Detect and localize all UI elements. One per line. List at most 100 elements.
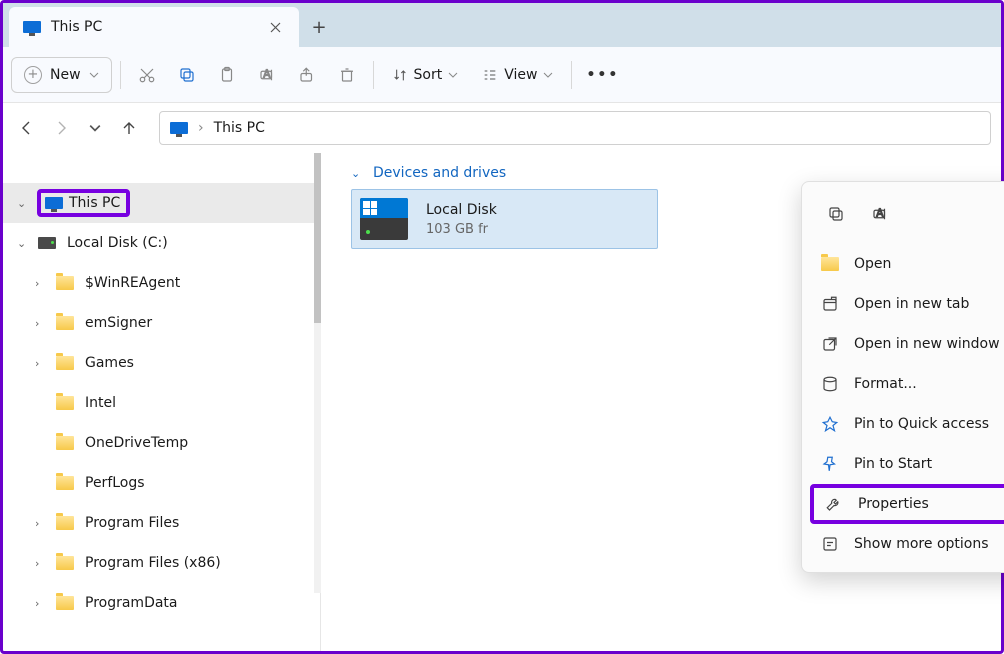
ctx-label: Pin to Quick access <box>854 416 989 432</box>
sidebar-folder[interactable]: › Program Files (x86) <box>3 543 320 583</box>
chevron-right-icon[interactable]: › <box>35 597 51 610</box>
ctx-open-new-tab[interactable]: Open in new tab <box>810 284 1004 324</box>
ctx-rename-button[interactable]: A <box>862 196 898 232</box>
up-button[interactable] <box>115 114 143 142</box>
pc-icon <box>45 197 63 209</box>
pin-icon <box>820 454 840 474</box>
scrollbar-thumb[interactable] <box>314 153 321 323</box>
toolbar: + New A Sort View ••• <box>3 47 1001 103</box>
sort-label: Sort <box>414 67 443 83</box>
sidebar-item-local-disk[interactable]: ⌄ Local Disk (C:) <box>3 223 320 263</box>
ctx-format[interactable]: Format... <box>810 364 1004 404</box>
sidebar-folder[interactable]: PerfLogs <box>3 463 320 503</box>
recent-button[interactable] <box>81 114 109 142</box>
chevron-right-icon[interactable]: › <box>35 277 51 290</box>
back-button[interactable] <box>13 114 41 142</box>
active-tab[interactable]: This PC <box>9 7 299 47</box>
folder-label: ProgramData <box>85 595 178 611</box>
sidebar-root-label: This PC <box>69 195 120 211</box>
pin-icon <box>820 414 840 434</box>
folder-icon <box>56 436 74 450</box>
pc-icon <box>23 21 41 33</box>
ctx-label: Properties <box>858 496 929 512</box>
close-tab-icon[interactable] <box>265 17 285 37</box>
folder-label: $WinREAgent <box>85 275 180 291</box>
folder-icon <box>820 254 840 274</box>
ctx-label: Open in new tab <box>854 296 969 312</box>
sidebar: ⌄ This PC ⌄ Local Disk (C:) › $WinREAgent… <box>3 153 321 651</box>
rename-button[interactable]: A <box>249 57 285 93</box>
folder-icon <box>56 556 74 570</box>
ctx-open-new-window[interactable]: Open in new window <box>810 324 1004 364</box>
format-icon <box>820 374 840 394</box>
folder-icon <box>56 516 74 530</box>
titlebar: This PC + <box>3 3 1001 47</box>
wrench-icon <box>824 494 844 514</box>
folder-label: OneDriveTemp <box>85 435 188 451</box>
paste-button[interactable] <box>209 57 245 93</box>
share-button[interactable] <box>289 57 325 93</box>
new-label: New <box>50 67 81 83</box>
sidebar-folder[interactable]: ›emSigner <box>3 303 320 343</box>
chevron-right-icon[interactable]: › <box>35 557 51 570</box>
view-button[interactable]: View <box>472 57 563 93</box>
sidebar-folder[interactable]: OneDriveTemp <box>3 423 320 463</box>
chevron-down-icon: ⌄ <box>351 167 367 180</box>
pc-icon <box>170 122 188 134</box>
copy-button[interactable] <box>169 57 205 93</box>
folder-icon <box>56 276 74 290</box>
folder-icon <box>56 396 74 410</box>
section-devices-drives[interactable]: ⌄ Devices and drives <box>351 165 981 181</box>
ctx-open[interactable]: Open Enter <box>810 244 1004 284</box>
chevron-down-icon[interactable]: ⌄ <box>17 237 33 250</box>
sidebar-folder[interactable]: › Program Files <box>3 503 320 543</box>
new-tab-button[interactable]: + <box>299 7 339 47</box>
sidebar-folder[interactable]: › ProgramData <box>3 583 320 623</box>
nav-row: › This PC <box>3 103 1001 153</box>
chevron-down-icon <box>543 70 553 80</box>
forward-button[interactable] <box>47 114 75 142</box>
content-pane: ⌄ Devices and drives Local Disk 103 GB f… <box>321 153 1001 651</box>
drive-name: Local Disk <box>426 202 497 218</box>
breadcrumb-root[interactable]: This PC <box>214 120 265 136</box>
address-bar[interactable]: › This PC <box>159 111 991 145</box>
more-icon <box>820 534 840 554</box>
new-button[interactable]: + New <box>11 57 112 93</box>
disk-icon <box>38 237 56 249</box>
drive-free: 103 GB fr <box>426 222 497 237</box>
sidebar-folder[interactable]: › $WinREAgent <box>3 263 320 303</box>
sidebar-folder[interactable]: › Games <box>3 343 320 383</box>
divider <box>120 61 121 89</box>
ctx-properties[interactable]: Properties Alt+Enter <box>810 484 1004 524</box>
view-label: View <box>504 67 537 83</box>
delete-button[interactable] <box>329 57 365 93</box>
ctx-show-more[interactable]: Show more options <box>810 524 1004 564</box>
new-tab-icon <box>820 294 840 314</box>
svg-text:A: A <box>876 207 884 219</box>
folder-label: PerfLogs <box>85 475 145 491</box>
plus-icon: + <box>24 66 42 84</box>
chevron-down-icon[interactable]: ⌄ <box>17 197 33 210</box>
drive-icon <box>360 198 408 240</box>
sidebar-item-this-pc[interactable]: ⌄ This PC <box>3 183 320 223</box>
tab-title: This PC <box>51 19 255 35</box>
cut-button[interactable] <box>129 57 165 93</box>
ctx-copy-button[interactable] <box>818 196 854 232</box>
more-button[interactable]: ••• <box>580 57 625 93</box>
drive-local-disk[interactable]: Local Disk 103 GB fr <box>351 189 658 249</box>
folder-label: Program Files <box>85 515 179 531</box>
sidebar-folder[interactable]: Intel <box>3 383 320 423</box>
chevron-right-icon[interactable]: › <box>35 317 51 330</box>
folder-label: Games <box>85 355 134 371</box>
folder-icon <box>56 476 74 490</box>
sidebar-drive-label: Local Disk (C:) <box>67 235 168 251</box>
ctx-label: Pin to Start <box>854 456 932 472</box>
highlight-this-pc: This PC <box>37 189 130 217</box>
ctx-pin-start[interactable]: Pin to Start <box>810 444 1004 484</box>
chevron-right-icon[interactable]: › <box>35 517 51 530</box>
folder-icon <box>56 316 74 330</box>
ctx-pin-quick[interactable]: Pin to Quick access <box>810 404 1004 444</box>
chevron-right-icon[interactable]: › <box>35 357 51 370</box>
sort-button[interactable]: Sort <box>382 57 469 93</box>
folder-label: Program Files (x86) <box>85 555 221 571</box>
